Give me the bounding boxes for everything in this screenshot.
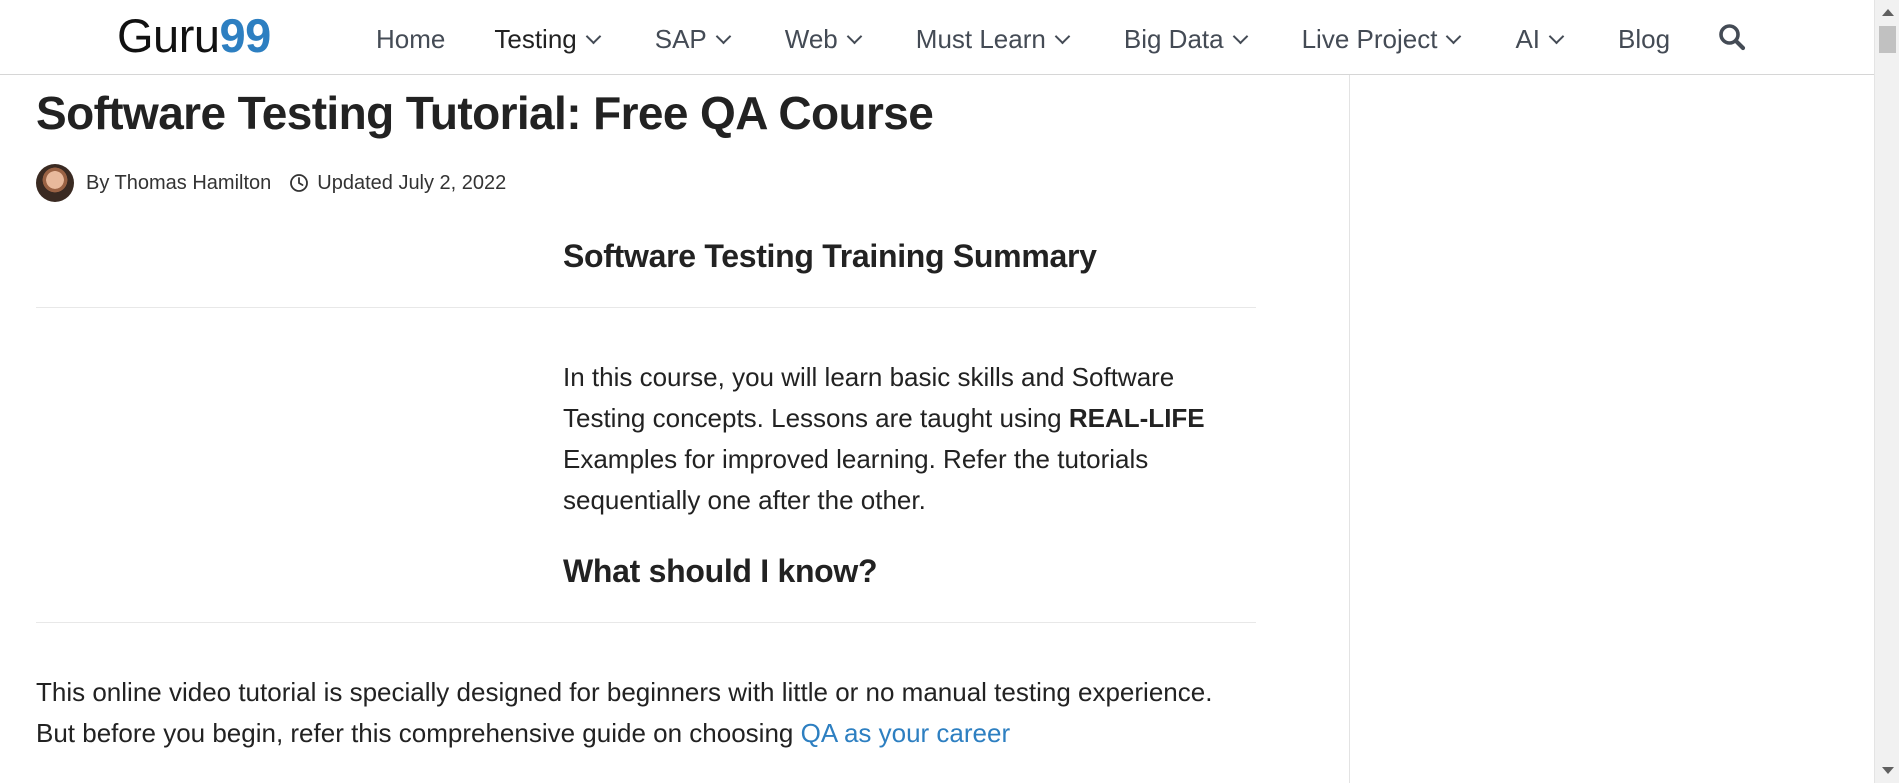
nav-item-blog[interactable]: Blog [1618,24,1670,55]
clock-icon [290,174,309,192]
nav-label: Testing [494,23,577,54]
nav-item-home[interactable]: Home [376,24,445,55]
chevron-down-icon [1054,28,1071,44]
scroll-up-arrow-icon[interactable] [1882,9,1894,16]
summary-paragraph: In this course, you will learn basic ski… [563,357,1248,521]
page-title: Software Testing Tutorial: Free QA Cours… [36,87,934,139]
nav-item-ai[interactable]: AI [1515,23,1565,55]
main-nav: Home Testing SAP Web Must Learn Big Data [376,19,1670,59]
nav-item-must-learn[interactable]: Must Learn [915,23,1071,55]
summary-bold-text: REAL-LIFE [1068,403,1205,433]
nav-item-web[interactable]: Web [784,23,863,55]
scrollbar-thumb[interactable] [1879,26,1896,53]
updated-date: Updated July 2, 2022 [317,171,507,194]
nav-item-live-project[interactable]: Live Project [1301,23,1462,55]
site-header: Guru99 Home Testing SAP Web Must Learn B… [0,0,1874,75]
author-name[interactable]: By Thomas Hamilton [86,172,271,195]
chevron-down-icon [1548,28,1565,44]
chevron-down-icon [715,28,732,44]
intro-text: This online video tutorial is specially … [36,677,1213,748]
sidebar [1349,75,1875,783]
page: Guru99 Home Testing SAP Web Must Learn B… [0,0,1899,783]
chevron-down-icon [1446,28,1462,44]
qa-career-link[interactable]: QA as your career [801,718,1011,748]
nav-item-testing[interactable]: Testing [494,23,602,55]
chevron-down-icon [1232,28,1248,44]
author-avatar[interactable] [36,164,74,202]
article-meta: By Thomas Hamilton Updated July 2, 2022 [36,163,506,203]
summary-text-end: Examples for improved learning. Refer th… [563,444,1149,515]
search-icon[interactable] [1717,22,1747,52]
nav-label: Must Learn [915,23,1046,54]
nav-label: Web [784,23,838,54]
logo-number: 99 [219,9,272,62]
nav-label: Blog [1618,23,1671,54]
section-divider [36,307,1256,308]
nav-item-big-data[interactable]: Big Data [1123,23,1248,55]
summary-heading: Software Testing Training Summary [563,238,1097,274]
logo-text: Guru [117,9,220,62]
nav-label: Home [376,23,446,54]
nav-label: Big Data [1123,23,1224,54]
site-logo[interactable]: Guru99 [117,8,271,64]
nav-label: SAP [654,23,707,54]
section-divider [36,622,1256,623]
vertical-scrollbar[interactable] [1874,0,1899,783]
scroll-down-arrow-icon[interactable] [1882,767,1894,774]
chevron-down-icon [846,28,863,44]
know-heading: What should I know? [563,553,878,589]
chevron-down-icon [585,28,602,44]
nav-label: Live Project [1301,23,1438,54]
nav-label: AI [1515,23,1541,54]
nav-item-sap[interactable]: SAP [654,23,732,55]
intro-paragraph: This online video tutorial is specially … [36,672,1256,754]
